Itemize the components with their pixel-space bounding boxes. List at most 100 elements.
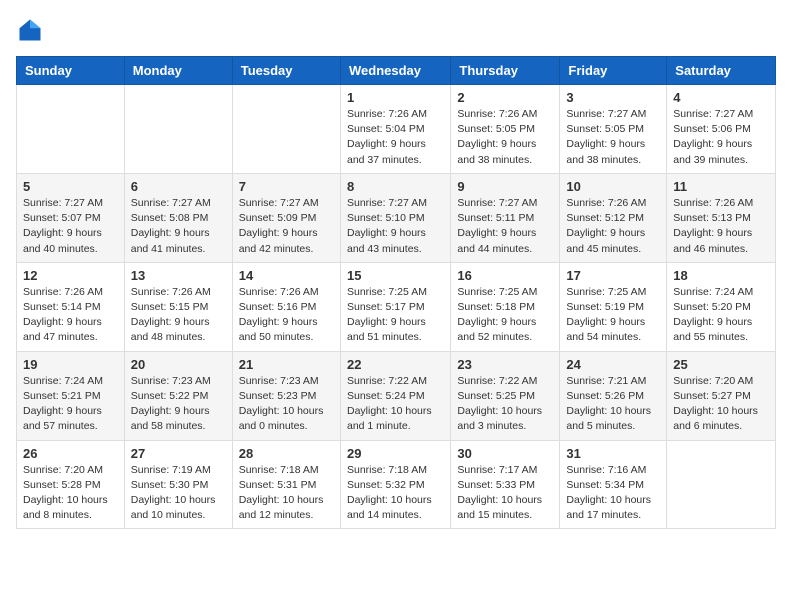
calendar-cell: 12 Sunrise: 7:26 AM Sunset: 5:14 PM Dayli… bbox=[17, 262, 125, 351]
day-info: Sunrise: 7:26 AM Sunset: 5:04 PM Dayligh… bbox=[347, 107, 444, 168]
calendar-cell: 10 Sunrise: 7:26 AM Sunset: 5:12 PM Dayli… bbox=[560, 173, 667, 262]
calendar-week-row: 26 Sunrise: 7:20 AM Sunset: 5:28 PM Dayli… bbox=[17, 440, 776, 529]
calendar-cell bbox=[124, 85, 232, 174]
day-info: Sunrise: 7:26 AM Sunset: 5:13 PM Dayligh… bbox=[673, 196, 769, 257]
day-info: Sunrise: 7:26 AM Sunset: 5:15 PM Dayligh… bbox=[131, 285, 226, 346]
calendar-cell: 26 Sunrise: 7:20 AM Sunset: 5:28 PM Dayli… bbox=[17, 440, 125, 529]
day-number: 20 bbox=[131, 357, 226, 372]
day-info: Sunrise: 7:27 AM Sunset: 5:09 PM Dayligh… bbox=[239, 196, 334, 257]
calendar-cell: 13 Sunrise: 7:26 AM Sunset: 5:15 PM Dayli… bbox=[124, 262, 232, 351]
day-info: Sunrise: 7:21 AM Sunset: 5:26 PM Dayligh… bbox=[566, 374, 660, 435]
day-info: Sunrise: 7:24 AM Sunset: 5:21 PM Dayligh… bbox=[23, 374, 118, 435]
day-number: 24 bbox=[566, 357, 660, 372]
calendar-cell bbox=[667, 440, 776, 529]
day-number: 2 bbox=[457, 90, 553, 105]
calendar-cell: 24 Sunrise: 7:21 AM Sunset: 5:26 PM Dayli… bbox=[560, 351, 667, 440]
day-number: 16 bbox=[457, 268, 553, 283]
day-info: Sunrise: 7:25 AM Sunset: 5:18 PM Dayligh… bbox=[457, 285, 553, 346]
day-info: Sunrise: 7:27 AM Sunset: 5:11 PM Dayligh… bbox=[457, 196, 553, 257]
day-number: 29 bbox=[347, 446, 444, 461]
calendar-week-row: 12 Sunrise: 7:26 AM Sunset: 5:14 PM Dayli… bbox=[17, 262, 776, 351]
calendar-table: SundayMondayTuesdayWednesdayThursdayFrid… bbox=[16, 56, 776, 529]
calendar-cell: 9 Sunrise: 7:27 AM Sunset: 5:11 PM Daylig… bbox=[451, 173, 560, 262]
calendar-cell: 6 Sunrise: 7:27 AM Sunset: 5:08 PM Daylig… bbox=[124, 173, 232, 262]
day-number: 18 bbox=[673, 268, 769, 283]
day-info: Sunrise: 7:20 AM Sunset: 5:27 PM Dayligh… bbox=[673, 374, 769, 435]
calendar-cell: 20 Sunrise: 7:23 AM Sunset: 5:22 PM Dayli… bbox=[124, 351, 232, 440]
day-info: Sunrise: 7:23 AM Sunset: 5:22 PM Dayligh… bbox=[131, 374, 226, 435]
calendar-cell: 15 Sunrise: 7:25 AM Sunset: 5:17 PM Dayli… bbox=[340, 262, 450, 351]
day-info: Sunrise: 7:23 AM Sunset: 5:23 PM Dayligh… bbox=[239, 374, 334, 435]
day-number: 14 bbox=[239, 268, 334, 283]
day-info: Sunrise: 7:17 AM Sunset: 5:33 PM Dayligh… bbox=[457, 463, 553, 524]
calendar-week-row: 19 Sunrise: 7:24 AM Sunset: 5:21 PM Dayli… bbox=[17, 351, 776, 440]
day-number: 28 bbox=[239, 446, 334, 461]
day-number: 15 bbox=[347, 268, 444, 283]
calendar-cell: 3 Sunrise: 7:27 AM Sunset: 5:05 PM Daylig… bbox=[560, 85, 667, 174]
calendar-cell: 28 Sunrise: 7:18 AM Sunset: 5:31 PM Dayli… bbox=[232, 440, 340, 529]
day-number: 3 bbox=[566, 90, 660, 105]
day-info: Sunrise: 7:18 AM Sunset: 5:32 PM Dayligh… bbox=[347, 463, 444, 524]
calendar-cell: 31 Sunrise: 7:16 AM Sunset: 5:34 PM Dayli… bbox=[560, 440, 667, 529]
day-number: 17 bbox=[566, 268, 660, 283]
calendar-cell: 4Sunrise: 7:27 AM Sunset: 5:06 PM Daylig… bbox=[667, 85, 776, 174]
day-info: Sunrise: 7:27 AM Sunset: 5:07 PM Dayligh… bbox=[23, 196, 118, 257]
day-info: Sunrise: 7:18 AM Sunset: 5:31 PM Dayligh… bbox=[239, 463, 334, 524]
weekday-header-sunday: Sunday bbox=[17, 57, 125, 85]
day-info: Sunrise: 7:26 AM Sunset: 5:12 PM Dayligh… bbox=[566, 196, 660, 257]
day-info: Sunrise: 7:22 AM Sunset: 5:25 PM Dayligh… bbox=[457, 374, 553, 435]
day-number: 27 bbox=[131, 446, 226, 461]
calendar-cell: 11Sunrise: 7:26 AM Sunset: 5:13 PM Dayli… bbox=[667, 173, 776, 262]
day-number: 22 bbox=[347, 357, 444, 372]
weekday-header-thursday: Thursday bbox=[451, 57, 560, 85]
day-number: 6 bbox=[131, 179, 226, 194]
day-number: 21 bbox=[239, 357, 334, 372]
day-number: 31 bbox=[566, 446, 660, 461]
day-info: Sunrise: 7:27 AM Sunset: 5:06 PM Dayligh… bbox=[673, 107, 769, 168]
day-number: 9 bbox=[457, 179, 553, 194]
day-number: 5 bbox=[23, 179, 118, 194]
page-header bbox=[16, 16, 776, 44]
calendar-cell: 5 Sunrise: 7:27 AM Sunset: 5:07 PM Daylig… bbox=[17, 173, 125, 262]
day-info: Sunrise: 7:20 AM Sunset: 5:28 PM Dayligh… bbox=[23, 463, 118, 524]
calendar-cell: 7 Sunrise: 7:27 AM Sunset: 5:09 PM Daylig… bbox=[232, 173, 340, 262]
calendar-cell: 14 Sunrise: 7:26 AM Sunset: 5:16 PM Dayli… bbox=[232, 262, 340, 351]
day-number: 23 bbox=[457, 357, 553, 372]
weekday-header-friday: Friday bbox=[560, 57, 667, 85]
weekday-header-monday: Monday bbox=[124, 57, 232, 85]
day-number: 12 bbox=[23, 268, 118, 283]
calendar-cell: 2Sunrise: 7:26 AM Sunset: 5:05 PM Daylig… bbox=[451, 85, 560, 174]
day-info: Sunrise: 7:27 AM Sunset: 5:10 PM Dayligh… bbox=[347, 196, 444, 257]
logo bbox=[16, 16, 48, 44]
calendar-cell: 1 Sunrise: 7:26 AM Sunset: 5:04 PM Daylig… bbox=[340, 85, 450, 174]
day-info: Sunrise: 7:26 AM Sunset: 5:14 PM Dayligh… bbox=[23, 285, 118, 346]
day-number: 19 bbox=[23, 357, 118, 372]
day-number: 8 bbox=[347, 179, 444, 194]
day-info: Sunrise: 7:24 AM Sunset: 5:20 PM Dayligh… bbox=[673, 285, 769, 346]
day-number: 13 bbox=[131, 268, 226, 283]
calendar-cell: 22 Sunrise: 7:22 AM Sunset: 5:24 PM Dayli… bbox=[340, 351, 450, 440]
day-info: Sunrise: 7:26 AM Sunset: 5:16 PM Dayligh… bbox=[239, 285, 334, 346]
day-number: 10 bbox=[566, 179, 660, 194]
calendar-cell: 30Sunrise: 7:17 AM Sunset: 5:33 PM Dayli… bbox=[451, 440, 560, 529]
calendar-cell: 21 Sunrise: 7:23 AM Sunset: 5:23 PM Dayli… bbox=[232, 351, 340, 440]
day-number: 26 bbox=[23, 446, 118, 461]
day-info: Sunrise: 7:25 AM Sunset: 5:17 PM Dayligh… bbox=[347, 285, 444, 346]
calendar-week-row: 5 Sunrise: 7:27 AM Sunset: 5:07 PM Daylig… bbox=[17, 173, 776, 262]
calendar-cell: 18 Sunrise: 7:24 AM Sunset: 5:20 PM Dayli… bbox=[667, 262, 776, 351]
day-info: Sunrise: 7:19 AM Sunset: 5:30 PM Dayligh… bbox=[131, 463, 226, 524]
day-number: 1 bbox=[347, 90, 444, 105]
day-info: Sunrise: 7:16 AM Sunset: 5:34 PM Dayligh… bbox=[566, 463, 660, 524]
day-info: Sunrise: 7:27 AM Sunset: 5:05 PM Dayligh… bbox=[566, 107, 660, 168]
calendar-cell: 27 Sunrise: 7:19 AM Sunset: 5:30 PM Dayli… bbox=[124, 440, 232, 529]
day-info: Sunrise: 7:22 AM Sunset: 5:24 PM Dayligh… bbox=[347, 374, 444, 435]
weekday-header-saturday: Saturday bbox=[667, 57, 776, 85]
calendar-cell bbox=[232, 85, 340, 174]
calendar-cell bbox=[17, 85, 125, 174]
weekday-header-tuesday: Tuesday bbox=[232, 57, 340, 85]
calendar-week-row: 1 Sunrise: 7:26 AM Sunset: 5:04 PM Daylig… bbox=[17, 85, 776, 174]
day-number: 25 bbox=[673, 357, 769, 372]
calendar-cell: 19 Sunrise: 7:24 AM Sunset: 5:21 PM Dayli… bbox=[17, 351, 125, 440]
day-info: Sunrise: 7:27 AM Sunset: 5:08 PM Dayligh… bbox=[131, 196, 226, 257]
day-number: 7 bbox=[239, 179, 334, 194]
